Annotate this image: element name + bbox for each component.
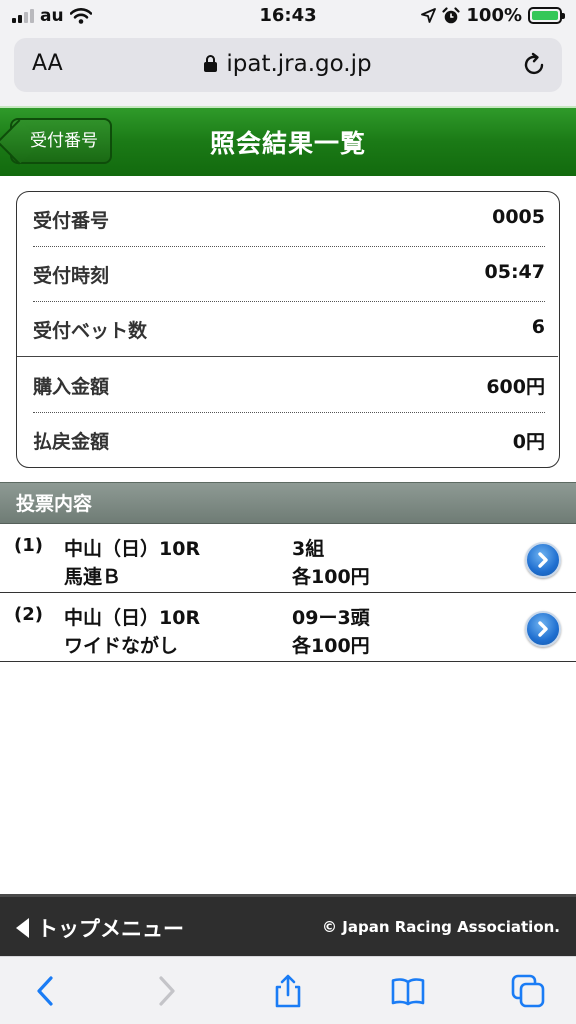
summary-value: 0005 (492, 206, 545, 228)
browser-toolbar (0, 956, 576, 1024)
top-menu-label: トップメニュー (37, 917, 184, 941)
bet-type: 馬連Ｂ (64, 566, 122, 588)
bet-amount: 各100円 (292, 635, 370, 657)
bet-combination: 3組 (292, 538, 325, 560)
summary-label: 受付時刻 (33, 265, 110, 287)
page-header: 受付番号 照会結果一覧 (0, 106, 576, 176)
summary-value: 6 (531, 316, 545, 338)
bet-combination: 09ー3頭 (292, 607, 370, 629)
section-divider (17, 356, 558, 357)
bet-index: (1) (14, 535, 43, 556)
back-button-label: 受付番号 (30, 131, 98, 151)
bet-row[interactable]: (2) 中山（日）10R ワイドながし 09ー3頭 各100円 (0, 594, 576, 662)
alarm-clock-icon (442, 6, 460, 23)
summary-row-receipt-number: 受付番号 0005 (33, 192, 545, 246)
bet-row[interactable]: (1) 中山（日）10R 馬連Ｂ 3組 各100円 (0, 525, 576, 593)
bookmarks-icon[interactable] (390, 973, 426, 1009)
summary-label: 払戻金額 (33, 431, 110, 453)
forward-arrow-icon[interactable] (148, 973, 184, 1009)
chevron-right-icon (538, 552, 548, 568)
bet-detail-button[interactable] (525, 542, 561, 578)
status-bar: au 16:43 100% (0, 0, 576, 32)
summary-row-receipt-time: 受付時刻 05:47 (33, 247, 545, 301)
page-footer: トップメニュー © Japan Racing Association. (0, 894, 576, 956)
bet-index: (2) (14, 604, 43, 625)
tabs-icon[interactable] (510, 973, 546, 1009)
copyright-text: © Japan Racing Association. (322, 918, 560, 936)
address-bar[interactable]: AA ipat.jra.go.jp (14, 38, 562, 92)
chevron-right-icon (538, 621, 548, 637)
bet-race: 中山（日）10R (64, 538, 201, 560)
share-icon[interactable] (270, 973, 306, 1009)
bet-section-header: 投票内容 (0, 482, 576, 524)
bet-amount: 各100円 (292, 566, 370, 588)
reload-icon[interactable] (520, 51, 548, 79)
bet-race: 中山（日）10R (64, 607, 201, 629)
summary-row-purchase-amount: 購入金額 600円 (33, 358, 545, 412)
lock-icon (204, 55, 218, 72)
location-arrow-icon (421, 8, 437, 23)
summary-label: 受付番号 (33, 210, 110, 232)
bet-detail-button[interactable] (525, 611, 561, 647)
battery-icon (528, 7, 565, 24)
summary-label: 受付ベット数 (33, 320, 148, 342)
summary-value: 600円 (486, 376, 545, 398)
battery-percent: 100% (466, 5, 522, 26)
back-arrow-icon[interactable] (28, 973, 64, 1009)
summary-label: 購入金額 (33, 376, 110, 398)
browser-address-area: AA ipat.jra.go.jp (0, 32, 576, 106)
status-right: 100% (421, 5, 565, 26)
url-display[interactable]: ipat.jra.go.jp (14, 51, 562, 77)
summary-value: 0円 (512, 431, 545, 453)
url-text: ipat.jra.go.jp (226, 51, 372, 77)
summary-value: 05:47 (484, 261, 545, 283)
top-menu-link[interactable]: トップメニュー (16, 913, 184, 943)
summary-card: 受付番号 0005 受付時刻 05:47 受付ベット数 6 購入金額 600円 … (16, 191, 560, 468)
bet-type: ワイドながし (64, 635, 179, 657)
summary-row-bet-count: 受付ベット数 6 (33, 302, 545, 356)
triangle-left-icon (16, 918, 29, 938)
summary-row-payout-amount: 払戻金額 0円 (33, 413, 545, 467)
